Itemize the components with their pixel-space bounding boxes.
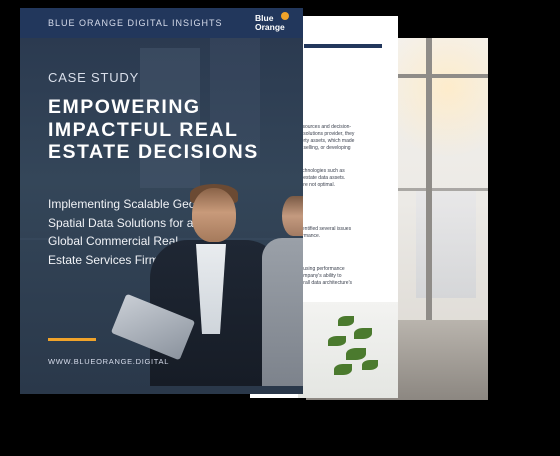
logo-dot [281, 12, 289, 20]
section-rule [304, 44, 382, 48]
cover-page: BLUE ORANGE DIGITAL INSIGHTS Blue Orange… [20, 8, 303, 394]
accent-bar [48, 338, 96, 341]
leaf [338, 316, 354, 326]
header-text: BLUE ORANGE DIGITAL INSIGHTS [48, 18, 223, 28]
paragraph: identified several issues formance. [298, 226, 352, 239]
cover-header-bar: BLUE ORANGE DIGITAL INSIGHTS Blue Orange [20, 8, 303, 38]
brand-logo: Blue Orange [255, 11, 291, 35]
paragraph: causing performance company's ability to… [298, 266, 353, 286]
leaf [334, 364, 352, 375]
paragraph: resources and decision- al solutions pro… [298, 124, 355, 151]
face [192, 188, 236, 242]
plant-photo [298, 302, 398, 398]
face [282, 196, 303, 236]
cover-eyebrow: CASE STUDY [48, 70, 140, 85]
leaf [354, 328, 372, 339]
cover-title: EMPOWERING IMPACTFUL REAL ESTATE DECISIO… [48, 96, 259, 163]
leaf [362, 360, 378, 370]
businesswoman-figure [262, 238, 303, 386]
paragraph: technologies such as al estate data asse… [298, 168, 346, 188]
logo-word: Orange [255, 22, 285, 32]
city-skyline [416, 188, 476, 298]
leaf [328, 336, 346, 346]
cover-url: WWW.BLUEORANGE.DIGITAL [48, 357, 170, 366]
leaf [346, 348, 366, 360]
